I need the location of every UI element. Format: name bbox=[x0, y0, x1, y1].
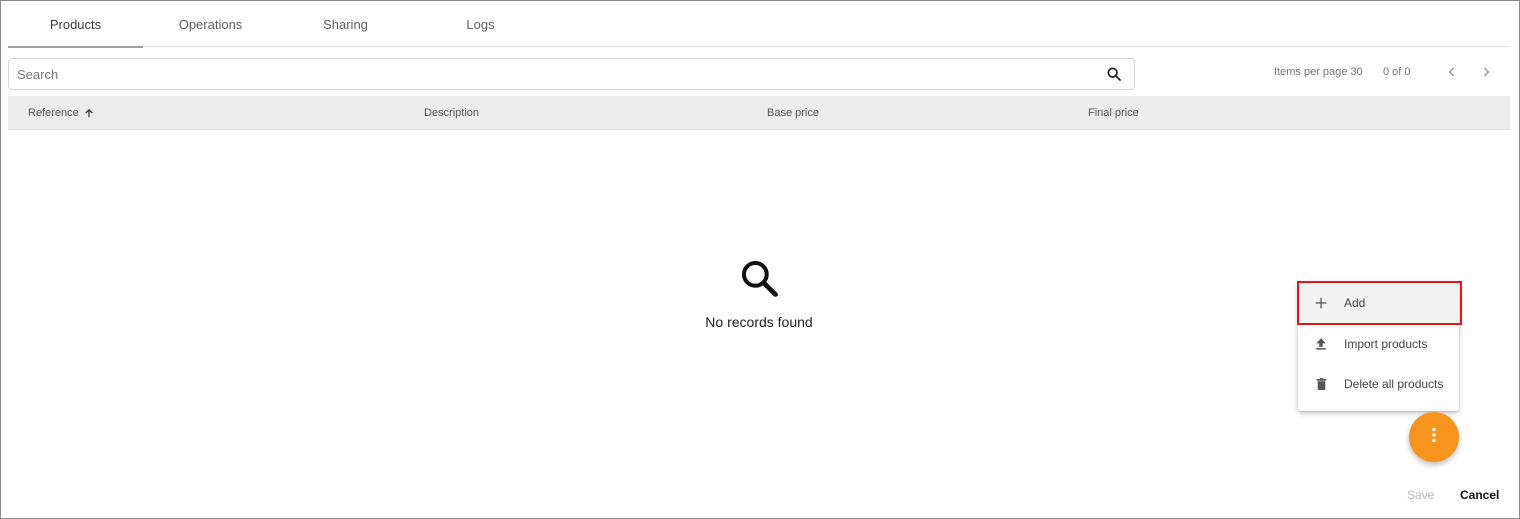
table-header: Reference Description Base price Final p… bbox=[8, 96, 1510, 130]
plus-icon bbox=[1298, 296, 1344, 310]
cancel-button[interactable]: Cancel bbox=[1460, 488, 1499, 502]
chevron-right-icon[interactable] bbox=[1474, 60, 1498, 84]
column-header-reference[interactable]: Reference bbox=[28, 96, 94, 130]
pagination: Items per page 30 0 of 0 bbox=[1261, 58, 1490, 86]
upload-icon bbox=[1298, 336, 1344, 352]
items-per-page-label: Items per page 30 bbox=[1274, 66, 1363, 78]
empty-message: No records found bbox=[705, 314, 813, 330]
more-vertical-icon bbox=[1431, 427, 1437, 448]
search-input[interactable] bbox=[9, 59, 1094, 89]
page-range: 0 of 0 bbox=[1383, 66, 1411, 78]
search-icon bbox=[737, 256, 781, 300]
more-actions-button[interactable] bbox=[1409, 412, 1459, 462]
tab-sharing[interactable]: Sharing bbox=[278, 1, 413, 47]
column-header-final-price[interactable]: Final price bbox=[1088, 96, 1139, 130]
save-button[interactable]: Save bbox=[1407, 488, 1434, 502]
trash-icon bbox=[1298, 376, 1344, 392]
empty-state: No records found bbox=[659, 256, 859, 330]
search-bar bbox=[8, 58, 1135, 90]
column-header-description[interactable]: Description bbox=[424, 96, 479, 130]
sort-ascending-icon bbox=[84, 108, 94, 119]
tab-products[interactable]: Products bbox=[8, 1, 143, 48]
add-menu-item[interactable]: Add bbox=[1298, 283, 1459, 323]
import-products-menu-item[interactable]: Import products bbox=[1298, 324, 1459, 364]
speed-dial-menu: Add Import products Delete all products bbox=[1298, 282, 1459, 411]
delete-all-products-label: Delete all products bbox=[1344, 377, 1444, 391]
product-panel: Products Operations Sharing Logs Items p… bbox=[0, 0, 1520, 519]
import-products-label: Import products bbox=[1344, 337, 1428, 351]
search-icon[interactable] bbox=[1094, 59, 1134, 89]
column-header-base-price[interactable]: Base price bbox=[767, 96, 819, 130]
add-label: Add bbox=[1344, 296, 1366, 310]
delete-all-products-menu-item[interactable]: Delete all products bbox=[1298, 364, 1459, 404]
chevron-left-icon[interactable] bbox=[1440, 60, 1464, 84]
tab-operations[interactable]: Operations bbox=[143, 1, 278, 47]
tab-logs[interactable]: Logs bbox=[413, 1, 548, 47]
tab-bar: Products Operations Sharing Logs bbox=[8, 1, 1510, 48]
items-per-page-value[interactable]: 30 bbox=[1350, 66, 1362, 78]
